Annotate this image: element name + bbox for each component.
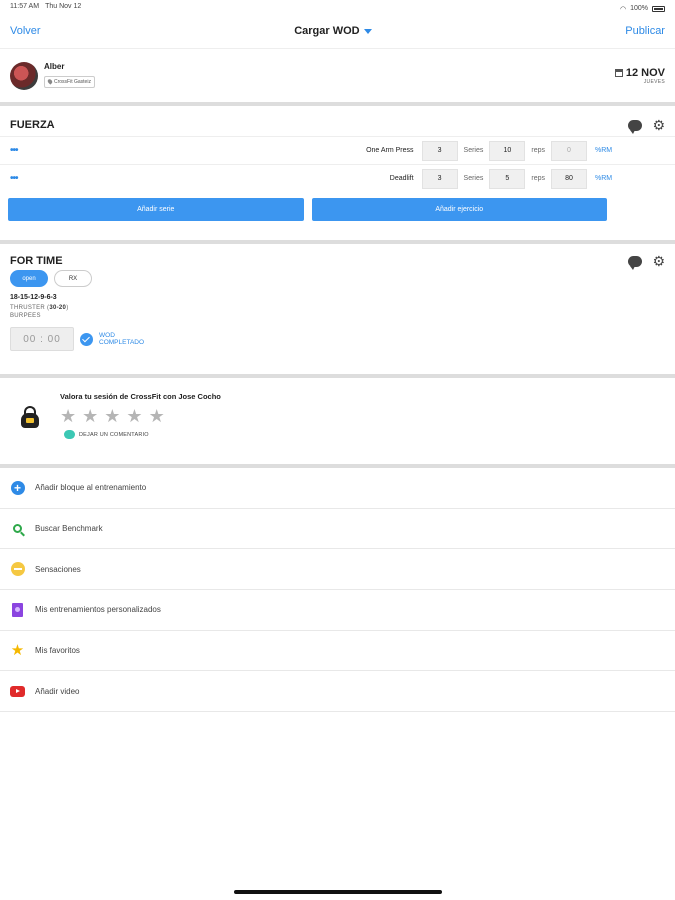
add-exercise-button[interactable]: Añadir ejercicio — [311, 198, 607, 221]
series-label: Series — [463, 175, 484, 182]
gear-icon[interactable]: ⚙ — [652, 254, 665, 268]
comment-icon — [64, 430, 75, 439]
category-pill-open[interactable]: open — [10, 270, 48, 287]
block-title: FUERZA — [10, 119, 55, 131]
kettlebell-icon — [20, 406, 40, 428]
movement: BURPEES — [10, 313, 41, 319]
series-label: Series — [463, 147, 484, 154]
face-icon — [10, 562, 25, 577]
wod-label: WOD — [99, 331, 115, 339]
star-icon[interactable]: ★ — [149, 407, 165, 425]
plus-icon: + — [10, 480, 25, 495]
box-selector[interactable]: CrossFit Gasteiz — [44, 75, 95, 88]
weekday-label: JUEVES — [643, 78, 665, 85]
reps-label: reps — [531, 147, 545, 154]
star-icon: ★ — [10, 642, 25, 660]
publish-button[interactable]: Publicar — [625, 25, 665, 37]
add-series-button[interactable]: Añadir serie — [8, 198, 304, 221]
exercise-name: One Arm Press — [366, 147, 414, 154]
category-pill-rx[interactable]: RX — [54, 270, 92, 287]
leave-comment-button[interactable]: DEJAR UN COMENTARIO — [64, 430, 221, 439]
menu-item-sensations[interactable]: Sensaciones — [0, 549, 675, 591]
check-icon[interactable] — [80, 332, 93, 346]
gear-icon[interactable]: ⚙ — [652, 118, 665, 132]
star-rating[interactable]: ★ ★ ★ ★ ★ — [60, 407, 221, 425]
back-button[interactable]: Volver — [10, 25, 41, 37]
location-pin-icon — [46, 78, 54, 85]
menu-item-favorites[interactable]: ★ Mis favoritos — [0, 631, 675, 672]
avatar[interactable] — [10, 61, 38, 90]
options-menu: + Añadir bloque al entrenamiento Buscar B… — [0, 468, 675, 713]
menu-item-add-block[interactable]: + Añadir bloque al entrenamiento — [0, 468, 675, 509]
title-dropdown[interactable]: Cargar WOD — [294, 25, 372, 37]
menu-item-benchmark[interactable]: Buscar Benchmark — [0, 509, 675, 550]
series-input[interactable]: 3 — [421, 140, 458, 161]
box-name: CrossFit Gasteiz — [54, 78, 91, 85]
menu-label: Buscar Benchmark — [35, 524, 103, 534]
more-icon[interactable]: ••• — [10, 173, 30, 184]
movement-end: ) — [66, 305, 69, 311]
exercise-row: ••• One Arm Press 3 Series 10 reps 0 %RM — [0, 136, 675, 164]
series-input[interactable]: 3 — [421, 168, 458, 189]
status-time: 11:57 AM — [10, 3, 40, 10]
status-date: Thu Nov 12 — [45, 3, 82, 10]
nav-bar: Volver Cargar WOD Publicar — [0, 14, 675, 48]
menu-item-custom-workouts[interactable]: Mis entrenamientos personalizados — [0, 590, 675, 631]
user-name: Alber — [44, 62, 65, 71]
book-icon — [12, 602, 23, 617]
time-input[interactable]: 00 : 00 — [10, 327, 74, 351]
completed-label: COMPLETADO — [99, 339, 145, 346]
wod-completed-toggle[interactable]: WOD COMPLETADO — [99, 332, 144, 347]
battery-text: 100% — [630, 5, 648, 12]
rating-title: Valora tu sesión de CrossFit con Jose Co… — [60, 392, 221, 401]
battery-icon — [652, 5, 665, 12]
menu-label: Mis favoritos — [35, 646, 80, 656]
exercise-row: ••• Deadlift 3 Series 5 reps 80 %RM — [0, 164, 675, 192]
chevron-down-icon — [363, 28, 372, 34]
search-icon — [13, 524, 22, 534]
page-title: Cargar WOD — [294, 25, 360, 37]
rm-label: %RM — [595, 175, 613, 182]
percent-input[interactable]: 0 — [551, 140, 587, 161]
status-bar: 11:57 AM Thu Nov 12 ◠ 100% — [0, 0, 675, 14]
youtube-icon — [10, 685, 25, 697]
more-icon[interactable]: ••• — [10, 145, 30, 156]
star-icon[interactable]: ★ — [104, 407, 120, 425]
comment-icon[interactable] — [628, 119, 643, 134]
percent-input[interactable]: 80 — [551, 168, 587, 189]
comment-label: DEJAR UN COMENTARIO — [79, 431, 149, 438]
rep-scheme: 18-15-12-9-6-3 — [10, 294, 57, 301]
user-header: Alber CrossFit Gasteiz 12 NOV JUEVES — [0, 48, 675, 102]
reps-input[interactable]: 10 — [489, 140, 526, 161]
star-icon[interactable]: ★ — [82, 407, 98, 425]
menu-label: Sensaciones — [35, 564, 81, 574]
menu-label: Añadir video — [35, 686, 80, 696]
star-icon[interactable]: ★ — [60, 407, 76, 425]
fortime-block: FOR TIME ⚙ open RX 18-15-12-9-6-3 THRUST… — [0, 244, 675, 374]
rating-block: Valora tu sesión de CrossFit con Jose Co… — [0, 378, 675, 464]
date-selector[interactable]: 12 NOV JUEVES — [614, 66, 665, 85]
home-indicator[interactable] — [234, 890, 442, 894]
menu-label: Añadir bloque al entrenamiento — [35, 483, 147, 493]
movement: THRUSTER (30-20) — [10, 305, 665, 311]
calendar-icon — [614, 68, 623, 77]
rm-label: %RM — [595, 147, 613, 154]
reps-input[interactable]: 5 — [489, 168, 526, 189]
comment-icon[interactable] — [628, 255, 643, 270]
reps-label: reps — [531, 175, 545, 182]
movement-weight: 30-20 — [49, 305, 67, 311]
menu-item-add-video[interactable]: Añadir video — [0, 671, 675, 713]
star-icon[interactable]: ★ — [126, 407, 142, 425]
wifi-icon: ◠ — [619, 5, 627, 13]
exercise-name: Deadlift — [389, 175, 414, 182]
block-title: FOR TIME — [10, 255, 63, 267]
fuerza-block: FUERZA ⚙ ••• One Arm Press 3 Series 10 r… — [0, 106, 675, 240]
date-label: 12 NOV — [625, 66, 665, 79]
menu-label: Mis entrenamientos personalizados — [35, 605, 161, 615]
movement-name: THRUSTER ( — [10, 305, 50, 311]
